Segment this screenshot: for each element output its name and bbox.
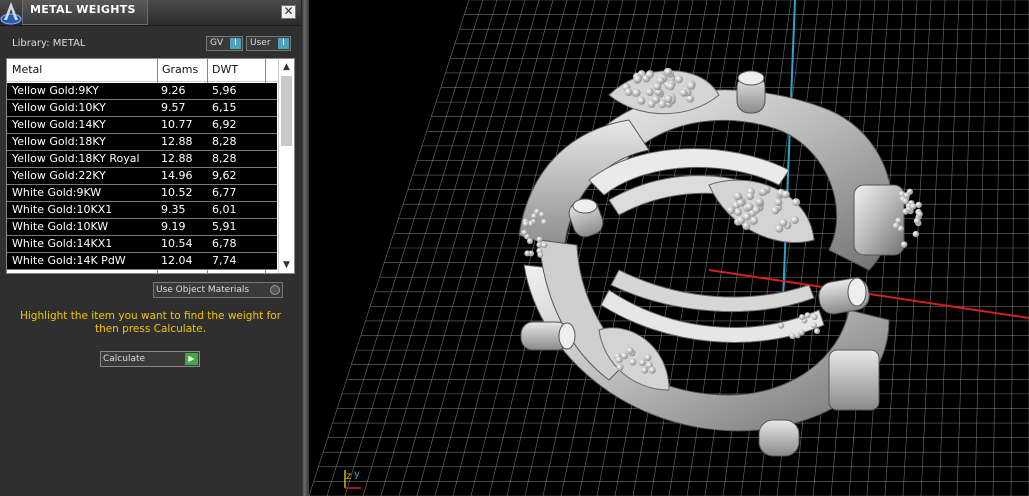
panel-title: METAL WEIGHTS	[30, 3, 136, 16]
table-row[interactable]: Yellow Gold:18KY Royal 12.88 8,28	[7, 151, 277, 168]
table-row[interactable]: White Gold:14KX1 10.54 6,78	[7, 236, 277, 253]
use-object-materials-label: Use Object Materials	[156, 285, 250, 295]
close-button[interactable]: ✕	[281, 5, 296, 19]
grams-cell: 10.77	[161, 118, 193, 131]
grams-cell: 9.19	[161, 220, 186, 233]
table-row[interactable]: Yellow Gold:14KY 10.77 6,92	[7, 117, 277, 134]
table-row[interactable]: Yellow Gold:22KY 14.96 9,62	[7, 168, 277, 185]
table-row[interactable]: Yellow Gold:18KY 12.88 8,28	[7, 134, 277, 151]
dwt-cell: 5,96	[212, 84, 237, 97]
metal-weights-panel: METAL WEIGHTS ✕ Library: METAL GV I User…	[0, 0, 301, 496]
table-row[interactable]: White Gold:14K PdW 12.04 7,74	[7, 253, 277, 270]
user-toggle[interactable]: User I	[246, 36, 291, 51]
grams-cell: 12.88	[161, 135, 193, 148]
dwt-cell: 6,15	[212, 101, 237, 114]
calculate-button[interactable]: Calculate ▶	[100, 351, 200, 367]
column-header-metal[interactable]: Metal	[12, 63, 42, 76]
grams-cell: 10.54	[161, 237, 193, 250]
grams-cell: 12.88	[161, 152, 193, 165]
metal-cell: Yellow Gold:10KY	[12, 101, 106, 114]
metal-cell: White Gold:10KX1	[12, 203, 113, 216]
axis-label-z: z	[346, 471, 351, 482]
metal-cell: Yellow Gold:22KY	[12, 169, 106, 182]
dwt-cell: 6,77	[212, 186, 237, 199]
metal-cell: White Gold:9KW	[12, 186, 102, 199]
table-row[interactable]: White Gold:10KX1 9.35 6,01	[7, 202, 277, 219]
metal-cell: Yellow Gold:9KY	[12, 84, 99, 97]
dwt-cell: 8,28	[212, 135, 237, 148]
metal-cell: Yellow Gold:18KY	[12, 135, 106, 148]
table-row[interactable]: White Gold:10KW 9.19 5,91	[7, 219, 277, 236]
grams-cell: 9.35	[161, 203, 186, 216]
scroll-up-icon[interactable]: ▲	[281, 61, 292, 73]
scroll-thumb[interactable]	[281, 76, 292, 146]
app-logo-icon	[0, 2, 22, 25]
column-header-dwt[interactable]: DWT	[212, 63, 238, 76]
grams-cell: 9.57	[161, 101, 186, 114]
user-label: User	[250, 38, 271, 48]
metal-cell: Yellow Gold:18KY Royal	[12, 152, 140, 165]
grams-cell: 9.26	[161, 84, 186, 97]
panel-splitter[interactable]	[301, 0, 309, 496]
metal-cell: White Gold:14KX1	[12, 237, 113, 250]
dwt-cell: 9,62	[212, 169, 237, 182]
panel-titlebar: METAL WEIGHTS ✕	[0, 0, 301, 26]
gv-toggle-icon: I	[230, 38, 241, 49]
viewport-canvas: z y	[309, 0, 1029, 496]
table-row[interactable]: Yellow Gold:9KY 9.26 5,96	[7, 83, 277, 100]
radio-icon	[270, 285, 280, 295]
metal-table: Metal Grams DWT Yellow Gold:9KY 9.26 5,96 Y…	[6, 58, 295, 274]
scroll-down-icon[interactable]: ▼	[281, 259, 292, 271]
table-row[interactable]: White Gold:9KW 10.52 6,77	[7, 185, 277, 202]
column-header-grams[interactable]: Grams	[162, 63, 198, 76]
use-object-materials-toggle[interactable]: Use Object Materials	[153, 282, 283, 298]
table-header: Metal Grams DWT	[7, 59, 280, 82]
axis-triad: z y	[344, 469, 361, 489]
dwt-cell: 8,28	[212, 152, 237, 165]
gv-toggle[interactable]: GV I	[206, 36, 243, 51]
dwt-cell: 6,78	[212, 237, 237, 250]
user-toggle-icon: I	[278, 38, 289, 49]
dwt-cell: 6,92	[212, 118, 237, 131]
dwt-cell: 6,01	[212, 203, 237, 216]
ring-model	[518, 67, 923, 457]
dwt-cell: 7,74	[212, 254, 237, 267]
table-row[interactable]: Yellow Gold:10KY 9.57 6,15	[7, 100, 277, 117]
metal-cell: White Gold:10KW	[12, 220, 109, 233]
gv-label: GV	[210, 38, 224, 48]
grams-cell: 12.04	[161, 254, 193, 267]
metal-cell: White Gold:14K PdW	[12, 254, 126, 267]
3d-viewport[interactable]: z y	[309, 0, 1029, 496]
instruction-text: Highlight the item you want to find the …	[19, 310, 282, 335]
grams-cell: 14.96	[161, 169, 193, 182]
table-body: Yellow Gold:9KY 9.26 5,96 Yellow Gold:10KY 9…	[7, 83, 277, 270]
library-label: Library: METAL	[12, 38, 86, 49]
play-arrow-icon: ▶	[185, 353, 198, 365]
dwt-cell: 5,91	[212, 220, 237, 233]
table-scrollbar[interactable]: ▲ ▼	[278, 59, 294, 273]
calculate-label: Calculate	[103, 354, 146, 364]
axis-label-y: y	[354, 469, 360, 480]
grams-cell: 10.52	[161, 186, 193, 199]
metal-cell: Yellow Gold:14KY	[12, 118, 106, 131]
